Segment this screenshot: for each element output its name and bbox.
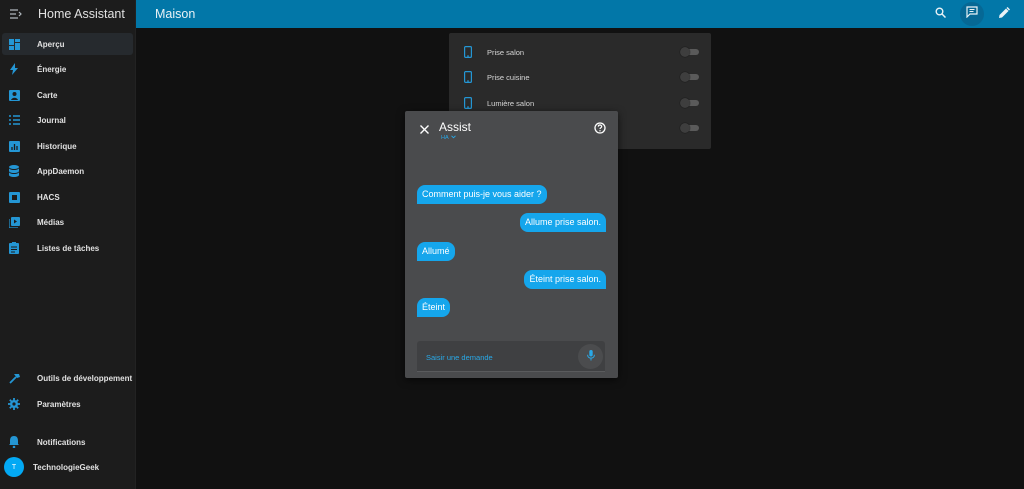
sidebar-item-label: Outils de développement — [37, 373, 133, 383]
sidebar-item-label: HACS — [37, 192, 60, 202]
entity-name: Prise salon — [487, 47, 525, 57]
user-name: TechnologieGeek — [33, 462, 100, 472]
lightning-icon — [8, 63, 20, 75]
entity-row[interactable]: Lumière salon — [449, 93, 711, 113]
phone-device-icon — [463, 97, 473, 109]
phone-device-icon — [463, 71, 473, 83]
sidebar-item-label: AppDaemon — [37, 166, 85, 176]
help-icon — [594, 121, 606, 139]
sidebar-item-listes-de-taches[interactable]: Listes de tâches — [2, 237, 133, 259]
assist-message-user: Allume prise salon. — [519, 213, 606, 232]
edit-dashboard-button[interactable] — [992, 2, 1016, 26]
microphone-icon — [586, 348, 595, 366]
store-icon — [8, 191, 20, 203]
avatar: T — [4, 457, 24, 477]
sidebar-item-label: Historique — [37, 141, 77, 151]
hammer-icon — [8, 372, 20, 384]
sidebar-item-label: Carte — [37, 90, 58, 100]
toolbar-actions — [928, 0, 1016, 28]
sidebar-item-appdaemon[interactable]: AppDaemon — [2, 160, 133, 182]
bell-icon — [8, 436, 20, 448]
assist-button[interactable] — [960, 2, 984, 26]
assist-message-hass: Allumé — [417, 242, 455, 261]
sidebar-item-journal[interactable]: Journal — [2, 109, 133, 131]
menu-collapse-icon[interactable] — [8, 6, 24, 22]
entity-row[interactable]: Prise cuisine — [449, 67, 711, 87]
sidebar-item-apercu[interactable]: Aperçu — [2, 33, 133, 55]
search-button[interactable] — [928, 2, 952, 26]
assist-icon — [966, 5, 978, 23]
entity-row[interactable]: Prise salon — [449, 42, 711, 62]
assist-request-input[interactable] — [426, 351, 566, 363]
help-button[interactable] — [593, 121, 607, 139]
entity-name: Lumière salon — [487, 98, 535, 108]
sidebar-item-energie[interactable]: Énergie — [2, 58, 133, 80]
top-app-bar: Maison — [136, 0, 1024, 28]
entity-toggle[interactable] — [680, 72, 700, 82]
assist-message-user: Éteint prise salon. — [524, 270, 606, 289]
sidebar-item-hacs[interactable]: HACS — [2, 186, 133, 208]
pipeline-name: HA — [441, 135, 449, 141]
sidebar-item-label: Médias — [37, 217, 65, 227]
sidebar-item-parametres[interactable]: Paramètres — [2, 393, 133, 415]
sidebar-item-notifications[interactable]: Notifications — [2, 431, 133, 453]
close-button[interactable] — [417, 123, 431, 137]
search-icon — [935, 5, 946, 23]
gear-icon — [8, 398, 20, 410]
sidebar-item-label: Notifications — [37, 437, 86, 447]
sidebar-item-outils-de-developpement[interactable]: Outils de développement — [2, 367, 133, 389]
sidebar-item-carte[interactable]: Carte — [2, 84, 133, 106]
clipboard-icon — [8, 242, 20, 254]
database-icon — [8, 165, 20, 177]
close-icon — [419, 121, 429, 139]
app-title: Home Assistant — [38, 7, 125, 21]
assist-message-hass: Éteint — [417, 298, 451, 317]
sidebar-item-medias[interactable]: Médias — [2, 211, 133, 233]
assist-input-container — [417, 341, 605, 372]
pipeline-selector[interactable]: HA — [441, 135, 456, 141]
sidebar-item-label: Journal — [37, 115, 66, 125]
app-root: Home Assistant Aperçu Énergie Carte Jour… — [0, 0, 1024, 489]
entity-toggle[interactable] — [680, 123, 700, 133]
phone-device-icon — [463, 46, 473, 58]
dashboard-icon — [8, 38, 20, 50]
sidebar-item-label: Aperçu — [37, 39, 65, 49]
sidebar-item-historique[interactable]: Historique — [2, 135, 133, 157]
dialog-title: Assist — [439, 120, 472, 134]
assist-message-hass: Comment puis-je vous aider ? — [417, 185, 547, 204]
pencil-icon — [998, 5, 1010, 23]
entity-toggle[interactable] — [680, 47, 700, 57]
sidebar: Home Assistant Aperçu Énergie Carte Jour… — [0, 0, 136, 489]
entity-toggle[interactable] — [680, 98, 700, 108]
media-icon — [8, 216, 20, 228]
sidebar-item-label: Paramètres — [37, 399, 81, 409]
microphone-button[interactable] — [578, 344, 603, 369]
sidebar-item-label: Énergie — [37, 64, 67, 74]
sidebar-item-label: Listes de tâches — [37, 243, 100, 253]
chevron-down-icon — [450, 135, 456, 141]
chart-icon — [8, 140, 20, 152]
entity-name: Prise cuisine — [487, 72, 530, 82]
map-icon — [8, 89, 20, 101]
assist-dialog: Assist HA Comment puis-je vous aider ? A… — [405, 111, 618, 378]
sidebar-header: Home Assistant — [0, 0, 135, 28]
list-icon — [8, 114, 20, 126]
sidebar-item-user[interactable]: T TechnologieGeek — [2, 456, 133, 478]
page-title: Maison — [155, 7, 196, 21]
